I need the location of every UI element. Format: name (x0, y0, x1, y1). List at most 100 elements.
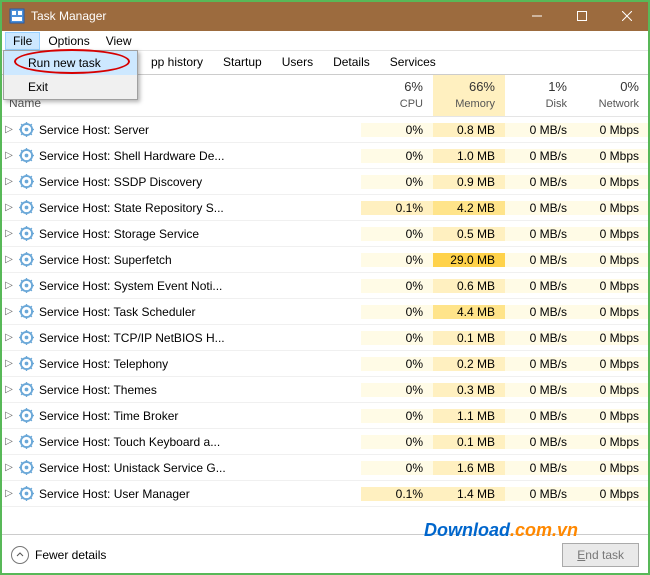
memory-cell: 1.0 MB (433, 149, 505, 163)
fewer-details-button[interactable]: Fewer details (11, 546, 106, 564)
expand-icon[interactable]: ▷ (1, 462, 17, 473)
network-label: Network (577, 98, 639, 110)
col-disk[interactable]: 1% Disk (505, 75, 577, 116)
end-task-button[interactable]: End task (562, 543, 639, 567)
cpu-percent: 6% (361, 79, 423, 94)
network-cell: 0 Mbps (577, 461, 649, 475)
disk-cell: 0 MB/s (505, 227, 577, 241)
disk-cell: 0 MB/s (505, 149, 577, 163)
cpu-cell: 0.1% (361, 487, 433, 501)
process-name: Service Host: Unistack Service G... (35, 461, 361, 475)
memory-cell: 0.1 MB (433, 331, 505, 345)
tab-services[interactable]: Services (380, 50, 446, 74)
expand-icon[interactable]: ▷ (1, 228, 17, 239)
network-cell: 0 Mbps (577, 409, 649, 423)
titlebar: Task Manager (1, 1, 649, 31)
footer: Fewer details End task (1, 534, 649, 574)
disk-percent: 1% (505, 79, 567, 94)
col-memory[interactable]: 66% Memory (433, 75, 505, 116)
app-icon (9, 8, 25, 24)
network-percent: 0% (577, 79, 639, 94)
close-button[interactable] (604, 1, 649, 31)
process-row[interactable]: ▷ Service Host: User Manager0.1%1.4 MB0 M… (1, 481, 649, 507)
expand-icon[interactable]: ▷ (1, 254, 17, 265)
memory-cell: 0.1 MB (433, 435, 505, 449)
expand-icon[interactable]: ▷ (1, 124, 17, 135)
expand-icon[interactable]: ▷ (1, 410, 17, 421)
expand-icon[interactable]: ▷ (1, 306, 17, 317)
tab-app-history[interactable]: pp history (141, 50, 213, 74)
process-name: Service Host: User Manager (35, 487, 361, 501)
gear-icon (17, 148, 35, 163)
disk-cell: 0 MB/s (505, 331, 577, 345)
process-row[interactable]: ▷Service Host: Telephony0%0.2 MB0 MB/s0 … (1, 351, 649, 377)
process-row[interactable]: ▷Service Host: Superfetch0%29.0 MB0 MB/s… (1, 247, 649, 273)
disk-cell: 0 MB/s (505, 487, 577, 501)
memory-cell: 1.6 MB (433, 461, 505, 475)
menubar: File Options View (1, 31, 649, 51)
memory-cell: 1.4 MB (433, 487, 505, 501)
process-list: ▷Service Host: Server0%0.8 MB0 MB/s0 Mbp… (1, 117, 649, 534)
expand-icon[interactable]: ▷ (1, 436, 17, 447)
process-row[interactable]: ▷ Service Host: State Repository S...0.1%… (1, 195, 649, 221)
gear-icon (17, 226, 35, 241)
process-row[interactable]: ▷Service Host: SSDP Discovery0%0.9 MB0 M… (1, 169, 649, 195)
tab-details[interactable]: Details (323, 50, 380, 74)
minimize-button[interactable] (514, 1, 559, 31)
cpu-cell: 0% (361, 331, 433, 345)
network-cell: 0 Mbps (577, 149, 649, 163)
process-row[interactable]: ▷Service Host: Themes0%0.3 MB0 MB/s0 Mbp… (1, 377, 649, 403)
process-row[interactable]: ▷ Service Host: TCP/IP NetBIOS H...0%0.1 … (1, 325, 649, 351)
process-row[interactable]: ▷Service Host: Shell Hardware De...0%1.0… (1, 143, 649, 169)
disk-cell: 0 MB/s (505, 383, 577, 397)
maximize-button[interactable] (559, 1, 604, 31)
menu-file[interactable]: File (5, 32, 40, 50)
expand-icon[interactable]: ▷ (1, 358, 17, 369)
menu-run-new-task[interactable]: Run new task (4, 51, 137, 75)
gear-icon (17, 278, 35, 293)
disk-cell: 0 MB/s (505, 253, 577, 267)
menu-exit[interactable]: Exit (4, 75, 137, 99)
expand-icon[interactable]: ▷ (1, 384, 17, 395)
process-name: Service Host: Time Broker (35, 409, 361, 423)
process-row[interactable]: ▷Service Host: Unistack Service G...0%1.… (1, 455, 649, 481)
network-cell: 0 Mbps (577, 123, 649, 137)
expand-icon[interactable]: ▷ (1, 176, 17, 187)
memory-cell: 0.3 MB (433, 383, 505, 397)
gear-icon (17, 304, 35, 319)
col-network[interactable]: 0% Network (577, 75, 649, 116)
process-row[interactable]: ▷Service Host: Server0%0.8 MB0 MB/s0 Mbp… (1, 117, 649, 143)
disk-cell: 0 MB/s (505, 305, 577, 319)
process-row[interactable]: ▷Service Host: System Event Noti...0%0.6… (1, 273, 649, 299)
disk-cell: 0 MB/s (505, 175, 577, 189)
expand-icon[interactable]: ▷ (1, 332, 17, 343)
expand-icon[interactable]: ▷ (1, 150, 17, 161)
process-row[interactable]: ▷Service Host: Touch Keyboard a...0%0.1 … (1, 429, 649, 455)
memory-cell: 0.8 MB (433, 123, 505, 137)
process-name: Service Host: TCP/IP NetBIOS H... (35, 331, 361, 345)
cpu-cell: 0% (361, 175, 433, 189)
tab-startup[interactable]: Startup (213, 50, 272, 74)
gear-icon (17, 330, 35, 345)
tab-users[interactable]: Users (272, 50, 323, 74)
col-cpu[interactable]: 6% CPU (361, 75, 433, 116)
menu-options[interactable]: Options (40, 32, 97, 50)
expand-icon[interactable]: ▷ (1, 488, 17, 499)
process-name: Service Host: Themes (35, 383, 361, 397)
process-row[interactable]: ▷Service Host: Time Broker0%1.1 MB0 MB/s… (1, 403, 649, 429)
gear-icon (17, 408, 35, 423)
expand-icon[interactable]: ▷ (1, 280, 17, 291)
window-title: Task Manager (31, 9, 106, 23)
cpu-cell: 0.1% (361, 201, 433, 215)
memory-cell: 1.1 MB (433, 409, 505, 423)
memory-cell: 0.5 MB (433, 227, 505, 241)
cpu-cell: 0% (361, 253, 433, 267)
menu-view[interactable]: View (98, 32, 140, 50)
process-name: Service Host: State Repository S... (35, 201, 361, 215)
network-cell: 0 Mbps (577, 331, 649, 345)
gear-icon (17, 122, 35, 137)
disk-cell: 0 MB/s (505, 201, 577, 215)
process-row[interactable]: ▷Service Host: Task Scheduler0%4.4 MB0 M… (1, 299, 649, 325)
expand-icon[interactable]: ▷ (1, 202, 17, 213)
process-row[interactable]: ▷Service Host: Storage Service0%0.5 MB0 … (1, 221, 649, 247)
